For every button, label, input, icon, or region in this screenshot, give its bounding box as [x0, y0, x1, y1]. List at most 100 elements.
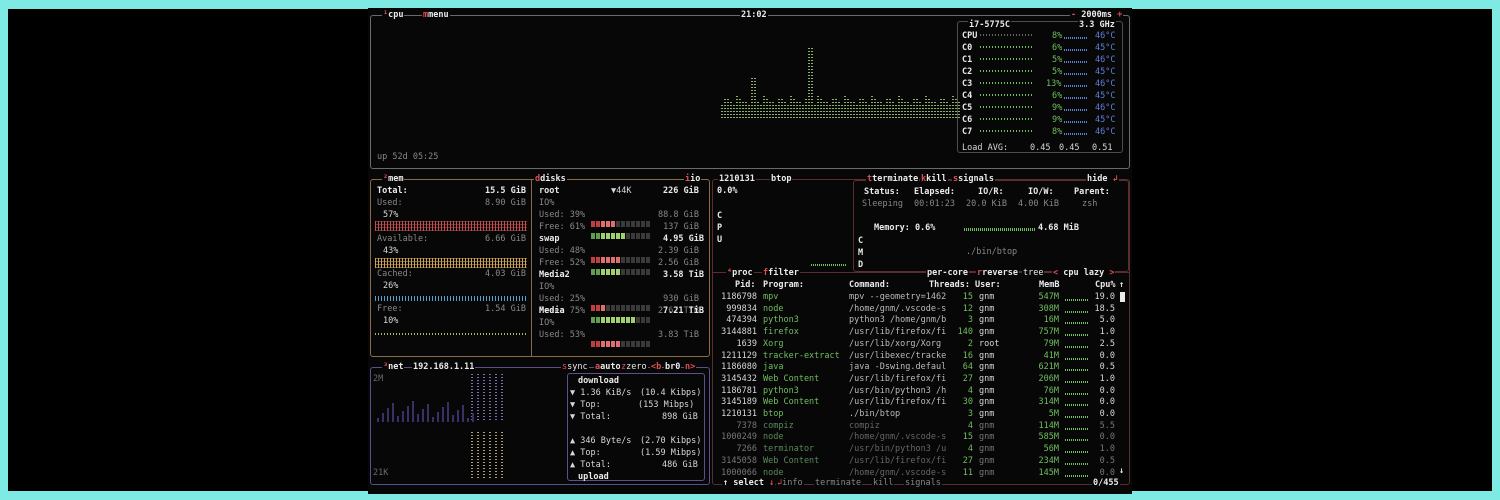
tab-disks[interactable]: ddisks: [534, 174, 567, 184]
disk-name: root: [539, 186, 560, 196]
proc-row[interactable]: 1000066 node/home/gnm/.vscode-s 11 gnm 145M 0…: [713, 468, 1117, 479]
signals-button[interactable]: ssignals: [952, 174, 995, 184]
net-panel: 2M 21K download ▼ 1.36 KiB/s (10.4 Kibps…: [370, 367, 710, 485]
scrollbar[interactable]: [1120, 292, 1125, 302]
tab-net[interactable]: ³net: [382, 362, 405, 372]
proc-cell-cmd: /usr/lib/firefox/fi: [849, 397, 947, 408]
tab-proc[interactable]: ⁴proc: [726, 268, 754, 278]
col-cpu[interactable]: Cpu%: [1095, 280, 1115, 290]
col-program[interactable]: Program:: [763, 280, 804, 290]
proc-cell-prog: mpv: [763, 292, 779, 302]
cpu-graph-bar: [883, 104, 885, 118]
info-button[interactable]: ↲info: [776, 478, 804, 488]
net-sync-toggle[interactable]: ssync: [561, 362, 589, 372]
scroll-down-icon[interactable]: ↓: [1119, 466, 1124, 476]
proc-cell-pid: 1210131: [721, 409, 757, 419]
proc-cell-user: gnm: [979, 292, 995, 302]
proc-cell-user: gnm: [979, 315, 995, 326]
proc-cpu-sparkline: [1065, 439, 1089, 442]
toggle-per-core[interactable]: per-core: [926, 268, 969, 278]
proc-cell-cmd: /usr/bin/python3 /u: [849, 444, 947, 455]
core-graph: [980, 70, 1032, 72]
disk-used-value: 930 GiB: [663, 294, 699, 304]
upload-bits: (2.70 Kibps): [640, 436, 702, 446]
kill-button[interactable]: kkill: [920, 174, 948, 184]
proc-row[interactable]: 1639 Xorg/usr/lib/xorg/Xorg 2 root 79M 2.5: [713, 339, 1117, 350]
net-zero-toggle[interactable]: zzero: [620, 362, 648, 372]
disk-used-label: Used: 48%: [539, 246, 586, 256]
proc-row[interactable]: 1186798 mpv mpv --geometry=1462 15 gnm 547M 19…: [713, 292, 1117, 303]
tab-mem[interactable]: ²mem: [382, 174, 405, 184]
footer-terminate-button[interactable]: terminate: [814, 478, 863, 488]
net-iface-next[interactable]: n>: [684, 362, 697, 372]
mem-cached: 4.03 GiB: [485, 269, 526, 279]
cpu-graph-bar: [835, 99, 837, 118]
cpu-graph-bar: [769, 100, 771, 118]
col-pid[interactable]: Pid:: [735, 280, 755, 290]
core-name: C0: [962, 43, 973, 53]
net-upload-bar: [501, 430, 503, 478]
update-interval[interactable]: - 2000ms +: [1070, 10, 1124, 20]
core-usage: 5%: [1052, 55, 1063, 65]
proc-row[interactable]: 474394 python3 python3 /home/gnm/b 3 gnm 16M 5…: [713, 315, 1117, 326]
proc-row[interactable]: 3145189 Web Content/usr/lib/firefox/fi 30 g…: [713, 397, 1117, 408]
select-button[interactable]: ↑ select ↓: [722, 478, 776, 488]
proc-row[interactable]: 1211129 tracker-extract/usr/libexec/track…: [713, 351, 1117, 362]
proc-row[interactable]: 3145058 Web Content/usr/lib/firefox/fi 27 g…: [713, 456, 1117, 467]
col-command[interactable]: Command:: [849, 280, 890, 290]
proc-cell-cpu: 5.5: [1099, 420, 1115, 431]
cpu-graph-bar: [892, 101, 894, 118]
cpu-graph-bar: [784, 101, 786, 118]
elapsed-label: Elapsed:: [914, 187, 955, 197]
proc-row[interactable]: 7266 terminator/usr/bin/python3 /u 4 gnm 56M…: [713, 444, 1117, 455]
net-auto-toggle[interactable]: aauto: [594, 362, 622, 372]
proc-cell-thr: 30: [962, 397, 973, 408]
proc-row[interactable]: 1186080 java java -Dswing.defaul 64 gnm 621M 0…: [713, 362, 1117, 373]
proc-row[interactable]: 999834 node/home/gnm/.vscode-s 12 gnm 308M 18…: [713, 304, 1117, 315]
core-temp: 46°C: [1095, 31, 1116, 41]
col-threads[interactable]: Threads:: [929, 280, 970, 290]
proc-cell-user: gnm: [979, 420, 995, 431]
net-upload-bar: [489, 430, 491, 478]
terminate-button[interactable]: tterminate: [866, 174, 920, 184]
proc-cell-prog: python3: [763, 385, 799, 396]
cpu-graph-bar: [889, 99, 891, 118]
col-mem[interactable]: MemB: [1039, 280, 1059, 290]
footer-signals-button[interactable]: signals: [904, 478, 942, 488]
proc-row[interactable]: 1000249 node/home/gnm/.vscode-s 15 gnm 585M 0…: [713, 432, 1117, 443]
sort-selector[interactable]: < cpu lazy >: [1052, 268, 1116, 278]
proc-filter[interactable]: ffilter: [762, 268, 800, 278]
net-download-bar: [402, 411, 404, 422]
proc-cell-prog: terminator: [763, 444, 815, 455]
proc-row[interactable]: 7378 compiz compiz 4 gnm 114M 5.5: [713, 421, 1117, 432]
col-user[interactable]: User:: [975, 280, 1001, 290]
core-temp: 46°C: [1095, 79, 1116, 89]
proc-row[interactable]: 1210131 btop ./bin/btop 3 gnm 5M 0.0: [713, 409, 1117, 420]
hide-button[interactable]: hide ↲: [1086, 174, 1119, 184]
mem-free: 1.54 GiB: [485, 304, 526, 314]
core-usage: 9%: [1052, 103, 1063, 113]
core-temp-graph: [1064, 109, 1088, 111]
proc-selected-name: btop: [770, 174, 793, 184]
cpu-graph-bar: [898, 96, 900, 118]
footer-kill-button[interactable]: kill: [872, 478, 895, 488]
core-graph: [980, 106, 1032, 108]
cpu-panel: up 52d 05:25 CPU 8% 46°C C0 6% 45°C C1 5% 46°C C2…: [370, 15, 1130, 169]
disk-used-bar: [591, 212, 651, 227]
proc-row[interactable]: 3145432 Web Content/usr/lib/firefox/fi 27 g…: [713, 374, 1117, 385]
core-usage: 6%: [1052, 43, 1063, 53]
proc-cell-cmd: /usr/bin/python3 /h: [849, 385, 947, 396]
net-iface-prev[interactable]: <b: [650, 362, 663, 372]
proc-cell-mem: 234M: [1038, 455, 1059, 466]
mem-available-label: Available:: [377, 234, 429, 244]
tab-menu[interactable]: mmenu: [422, 10, 450, 20]
proc-cell-pid: 999834: [726, 303, 757, 314]
cpu-graph-bar: [880, 102, 882, 118]
proc-row[interactable]: 1186781 python3/usr/bin/python3 /h 4 gnm 76M…: [713, 386, 1117, 397]
core-temp-graph: [1064, 121, 1088, 123]
proc-row[interactable]: 3144881 firefox/usr/lib/firefox/fi 140 gnm 7…: [713, 327, 1117, 338]
toggle-tree[interactable]: tree: [1022, 268, 1045, 278]
tab-io[interactable]: iio: [684, 174, 702, 184]
tab-cpu[interactable]: ¹cpu: [382, 10, 405, 20]
toggle-reverse[interactable]: rreverse: [976, 268, 1019, 278]
